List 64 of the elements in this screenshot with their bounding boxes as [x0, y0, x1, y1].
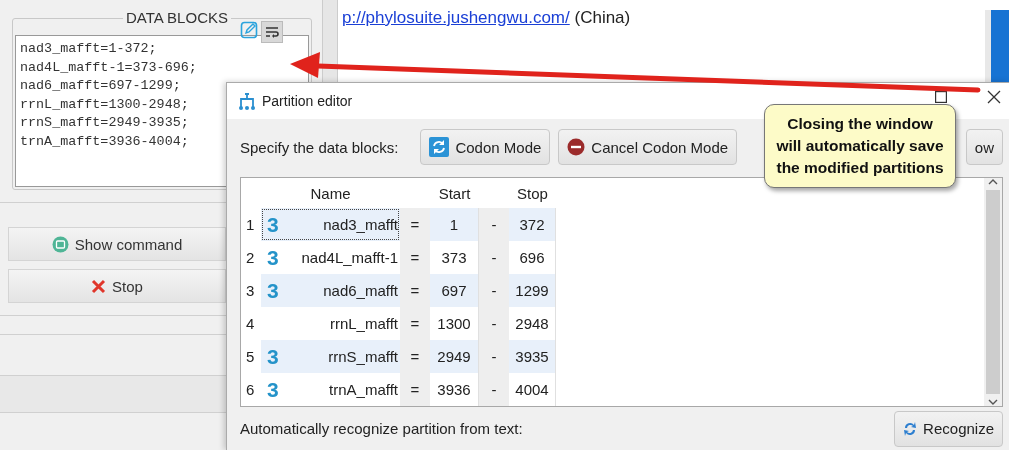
table-cell: =: [400, 373, 430, 406]
name-cell[interactable]: 3 nad4L_mafft-1: [261, 241, 400, 274]
table-cell: -: [479, 241, 509, 274]
table-cell: 1299: [509, 274, 556, 307]
name-cell[interactable]: 3 nad6_mafft: [261, 274, 400, 307]
table-cell: 2949: [430, 340, 479, 373]
toolbar-button[interactable]: ow: [965, 129, 1003, 165]
column-header[interactable]: Start: [430, 178, 479, 208]
tree-icon: [237, 91, 257, 111]
codon-mark: 3: [267, 245, 279, 270]
table-cell: 372: [509, 208, 556, 241]
codon-mark: 3: [267, 344, 279, 369]
close-button[interactable]: [987, 90, 1001, 104]
partition-name: nad6_mafft: [323, 282, 398, 299]
show-command-button[interactable]: Show command: [8, 227, 226, 261]
maximize-icon: [935, 91, 947, 103]
column-header[interactable]: Stop: [509, 178, 556, 208]
terminal-icon: [51, 235, 69, 253]
partition-name: rrnL_mafft: [329, 315, 398, 332]
table-cell: =: [400, 340, 430, 373]
website-link[interactable]: p://phylosuite.jushengwu.com/: [342, 8, 570, 27]
minus-circle-icon: [567, 138, 586, 156]
codon-mode-button[interactable]: Codon Mode: [420, 129, 551, 165]
recognize-label: Automatically recognize partition from text:: [240, 420, 524, 437]
chevron-up-icon: [988, 178, 998, 186]
word-wrap-button[interactable]: [261, 21, 283, 43]
note-tooltip: Closing the window will automatically save the modified partitions: [764, 104, 956, 188]
refresh-icon: [429, 137, 450, 157]
table-cell: =: [400, 241, 430, 274]
codon-mark: 3: [267, 278, 279, 303]
partition-name: rrnS_mafft: [328, 348, 398, 365]
table-cell: 1: [430, 208, 479, 241]
table-cell: =: [400, 208, 430, 241]
name-cell[interactable]: 3 rrnS_mafft: [261, 340, 400, 373]
codon-mark: 3: [267, 377, 279, 402]
recognize-button[interactable]: Recognize: [894, 410, 1003, 447]
chevron-down-icon: [988, 398, 998, 406]
table-cell: -: [479, 208, 509, 241]
codon-mark: 3: [267, 212, 279, 237]
region-label: (China): [574, 8, 631, 27]
scrollbar[interactable]: [984, 178, 1002, 406]
table-cell: -: [479, 373, 509, 406]
table-cell: -: [479, 340, 509, 373]
table-cell: -: [479, 274, 509, 307]
edit-icon: [240, 21, 258, 39]
wrap-lines-icon: [265, 26, 279, 38]
refresh-icon: [903, 420, 918, 437]
partition-name: nad4L_mafft-1: [301, 249, 398, 266]
partition-name: trnA_mafft: [329, 381, 398, 398]
table-cell: 4004: [509, 373, 556, 406]
table-cell: 697: [430, 274, 479, 307]
name-cell[interactable]: 3 trnA_mafft: [261, 373, 400, 406]
close-icon: [987, 90, 1001, 104]
table-cell: 3935: [509, 340, 556, 373]
name-cell[interactable]: 3 nad3_mafft: [261, 208, 400, 241]
close-icon: [91, 278, 107, 294]
table-cell: =: [400, 274, 430, 307]
table-cell: =: [400, 307, 430, 340]
cancel-codon-mode-button[interactable]: Cancel Codon Mode: [558, 129, 738, 165]
table-cell: -: [479, 307, 509, 340]
partition-name: nad3_mafft: [323, 216, 398, 233]
name-cell[interactable]: rrnL_mafft: [261, 307, 400, 340]
maximize-button[interactable]: [935, 91, 947, 103]
stop-button[interactable]: Stop: [8, 269, 226, 303]
